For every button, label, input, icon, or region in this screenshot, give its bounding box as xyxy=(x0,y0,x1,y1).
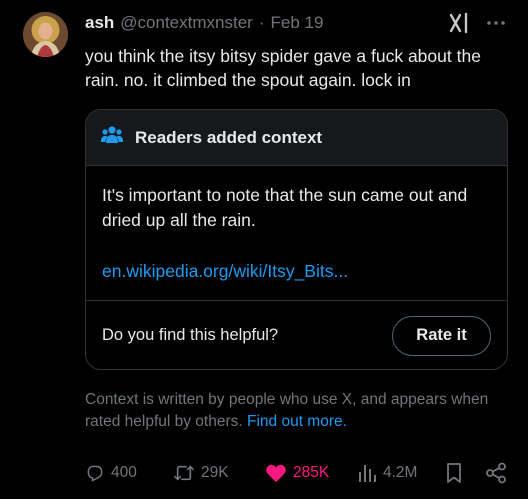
avatar[interactable] xyxy=(23,12,68,57)
community-note-link[interactable]: en.wikipedia.org/wiki/Itsy_Bits... xyxy=(102,259,491,284)
more-icon[interactable] xyxy=(484,12,508,34)
views-icon xyxy=(359,465,376,482)
author-handle[interactable]: @contextmxnster xyxy=(120,13,253,33)
community-note-text: It's important to note that the sun came… xyxy=(102,185,468,230)
action-bar: 400 29K 285K 4.2M xyxy=(85,460,508,486)
repost-count: 29K xyxy=(201,464,229,481)
repost-button[interactable]: 29K xyxy=(173,463,229,483)
bookmark-icon xyxy=(447,463,461,483)
grok-icon[interactable] xyxy=(448,12,470,34)
heart-icon xyxy=(266,464,286,483)
community-note-title: Readers added context xyxy=(135,127,323,147)
share-button[interactable] xyxy=(485,462,507,484)
tweet: ash @contextmxnster · Feb 19 you think t… xyxy=(0,0,528,499)
avatar-image xyxy=(23,12,68,57)
reply-count: 400 xyxy=(111,464,137,481)
author-name[interactable]: ash xyxy=(85,13,114,33)
repost-icon xyxy=(173,465,195,481)
bookmark-button[interactable] xyxy=(445,462,463,484)
reply-icon xyxy=(87,465,103,482)
tweet-date[interactable]: Feb 19 xyxy=(271,13,324,33)
community-note-footer: Do you find this helpful? Rate it xyxy=(86,300,507,369)
separator: · xyxy=(258,13,265,32)
rate-it-button[interactable]: Rate it xyxy=(392,315,491,356)
community-note-body: It's important to note that the sun came… xyxy=(86,166,507,284)
like-button[interactable]: 285K xyxy=(265,463,329,483)
tweet-header: ash @contextmxnster · Feb 19 xyxy=(85,12,323,34)
community-note: Readers added context It's important to … xyxy=(85,109,508,370)
views-button[interactable]: 4.2M xyxy=(357,463,417,483)
helpful-question: Do you find this helpful? xyxy=(102,326,279,344)
views-count: 4.2M xyxy=(383,464,418,481)
tweet-text: you think the itsy bitsy spider gave a f… xyxy=(85,46,481,90)
like-count: 285K xyxy=(293,464,330,481)
people-icon xyxy=(101,125,123,150)
reply-button[interactable]: 400 xyxy=(85,463,137,483)
community-note-disclaimer: Context is written by people who use X, … xyxy=(85,389,505,433)
share-icon xyxy=(486,462,506,484)
community-note-header: Readers added context xyxy=(86,110,507,166)
find-out-more-link[interactable]: Find out more. xyxy=(247,413,347,430)
